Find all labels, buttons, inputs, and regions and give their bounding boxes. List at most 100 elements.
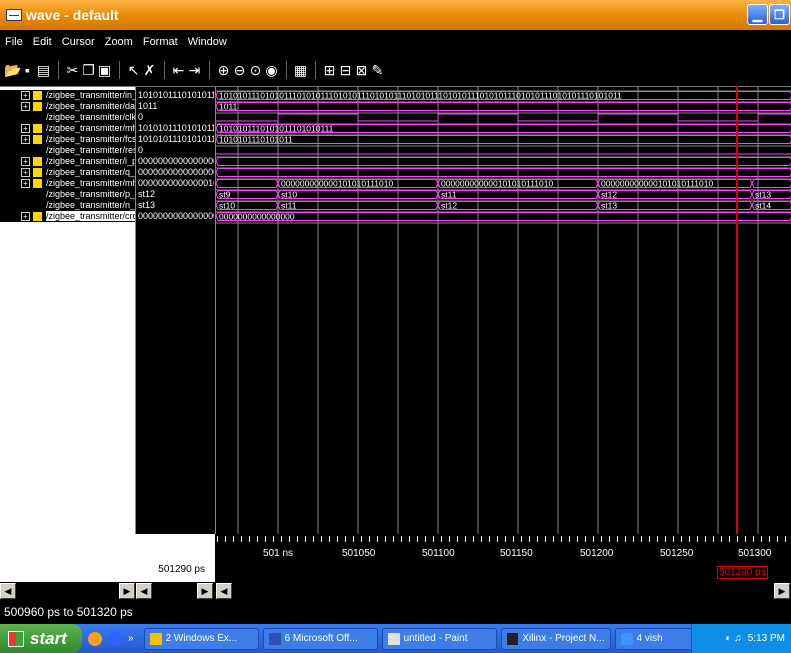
print-icon[interactable]: ▤ [36,62,51,79]
menu-format[interactable]: Format [138,36,183,48]
waveform-canvas[interactable]: 1010101110101011101010111010101110101011… [215,87,791,535]
quicklaunch-more-icon[interactable]: » [128,633,134,644]
time-tick [601,536,602,542]
time-tick [753,536,754,542]
value-scroll-left-icon[interactable]: ◀ [136,583,152,599]
time-tick [505,536,506,542]
signal-name-row[interactable]: /zigbee_transmitter/p_s [0,189,135,200]
time-tick-label: 501150 [500,548,533,559]
menu-zoom[interactable]: Zoom [100,36,138,48]
time-tick [305,536,306,542]
signal-name-row[interactable]: + /zigbee_transmitter/q_p [0,167,135,178]
open-icon[interactable]: 📂 [4,62,21,79]
signal-name: /zigbee_transmitter/n_s [46,200,135,210]
cursor-time-label[interactable]: 501290 ps [717,566,768,579]
signal-name-row[interactable]: + /zigbee_transmitter/mh [0,178,135,189]
wave-scroll-left-icon[interactable]: ◀ [216,583,232,599]
delete-icon[interactable]: ✗ [142,62,157,79]
signal-traces: 1010101110101011101010111010101110101011… [215,91,791,222]
menu-file[interactable]: File [0,36,28,48]
time-tick [721,536,722,542]
time-tick [345,536,346,542]
copy-icon[interactable]: ❐ [81,62,96,79]
paste-icon[interactable]: ▣ [97,62,112,79]
signal-name-row[interactable]: /zigbee_transmitter/clk [0,112,135,123]
time-tick [641,536,642,542]
zoom-in-icon[interactable]: ⊕ [216,62,231,79]
signal-name-row[interactable]: + /zigbee_transmitter/in_ [0,90,135,101]
start-button[interactable]: start [0,624,82,653]
minimize-button[interactable]: ▁ [747,4,768,25]
zoom-out-icon[interactable]: ⊖ [232,62,247,79]
time-tick [457,536,458,542]
expand-icon[interactable]: + [21,91,30,100]
time-tick-label: 501200 [580,548,614,559]
add-cursor-icon[interactable]: ⊞ [322,62,337,79]
select-icon[interactable]: ↖ [126,62,141,79]
time-tick [673,536,674,542]
toolbar: 📂 ▪ ▤ ✂ ❐ ▣ ↖ ✗ ⇤ ⇥ ⊕ ⊖ ⊙ ◉ ▦ ⊞ ⊟ ⊠ ✎ [0,54,791,86]
delete-cursor-icon[interactable]: ⊟ [338,62,353,79]
menu-cursor[interactable]: Cursor [57,36,100,48]
taskbar-task[interactable]: 6 Microsoft Off... [262,627,378,650]
zoom-cursor-icon[interactable]: ◉ [264,62,279,79]
menu-edit[interactable]: Edit [28,36,57,48]
edit-icon[interactable]: ✎ [370,62,385,79]
time-tick [409,536,410,542]
scroll-right-arrow-icon[interactable]: ▶ [119,583,135,599]
status-bar: 500960 ps to 501320 ps [0,600,791,624]
wave-scroll-right-icon[interactable]: ▶ [774,583,790,599]
bus-trace [215,102,791,111]
bus-value-text: 1011 [219,102,238,112]
bus-value-text: st13 [755,190,771,200]
expand-icon[interactable]: + [21,179,30,188]
time-tick-label: 501 ns [263,548,294,559]
time-cursor[interactable] [736,86,738,580]
expand-icon[interactable]: + [21,212,30,221]
taskbar: start » 2 Windows Ex... 6 Microsoft Off..… [0,624,791,653]
save-icon[interactable]: ▪ [20,62,35,78]
zoom-full-icon[interactable]: ⊙ [248,62,263,79]
signal-value: st12 [138,189,156,199]
taskbar-task[interactable]: 2 Windows Ex... [143,627,259,650]
task-label: 4 vish [636,633,663,644]
time-tick [665,536,666,542]
scroll-left-arrow-icon[interactable]: ◀ [0,583,16,599]
expand-icon[interactable]: + [21,124,30,133]
firefox-icon[interactable] [88,631,102,646]
expand-icon[interactable]: + [21,168,30,177]
lock-cursor-icon[interactable]: ⊠ [354,62,369,79]
signal-name-row[interactable]: + /zigbee_transmitter/dat [0,101,135,112]
horizontal-scrollbars: ◀ ▶ ◀ ▶ ◀ ▶ [0,582,791,600]
time-tick [385,536,386,542]
ie-icon[interactable] [108,631,122,646]
expand-icon[interactable]: + [21,157,30,166]
taskbar-task[interactable]: untitled - Paint [381,627,497,650]
signal-name-row[interactable]: /zigbee_transmitter/n_s [0,200,135,211]
signal-name-row[interactable]: /zigbee_transmitter/res [0,145,135,156]
maximize-button[interactable]: ❐ [769,4,790,25]
signal-name-row[interactable]: + /zigbee_transmitter/crc [0,211,135,222]
signal-name-row[interactable]: + /zigbee_transmitter/i_pl [0,156,135,167]
cut-icon[interactable]: ✂ [65,62,80,79]
signal-value: 000000000000000000 [138,211,214,221]
task-label: untitled - Paint [403,633,468,644]
value-scroll-right-icon[interactable]: ▶ [197,583,213,599]
prev-edge-icon[interactable]: ⇤ [171,62,186,79]
next-edge-icon[interactable]: ⇥ [187,62,202,79]
taskbar-task[interactable]: Xilinx - Project N... [500,627,611,650]
bus-value-text: 1010101110101011 [219,135,293,145]
signal-name-row[interactable]: + /zigbee_transmitter/mh [0,123,135,134]
menu-window[interactable]: Window [183,36,232,48]
find-icon[interactable]: ▦ [293,62,308,79]
expand-icon[interactable]: + [21,135,30,144]
time-tick [489,536,490,542]
signal-name-column: + /zigbee_transmitter/in_ + /zigbee_transmi… [0,87,135,535]
bus-value-text: 0000000000000000 [219,212,295,222]
expand-icon[interactable]: + [21,102,30,111]
tray-icons[interactable]: ◐ ♫ [725,633,741,644]
waveform-area[interactable]: 1010101110101011101010111010101110101011… [215,87,791,535]
signal-name-row[interactable]: + /zigbee_transmitter/fcs [0,134,135,145]
wave-scroll-thumb[interactable] [612,583,620,599]
bus-value-text: st14 [755,201,771,211]
